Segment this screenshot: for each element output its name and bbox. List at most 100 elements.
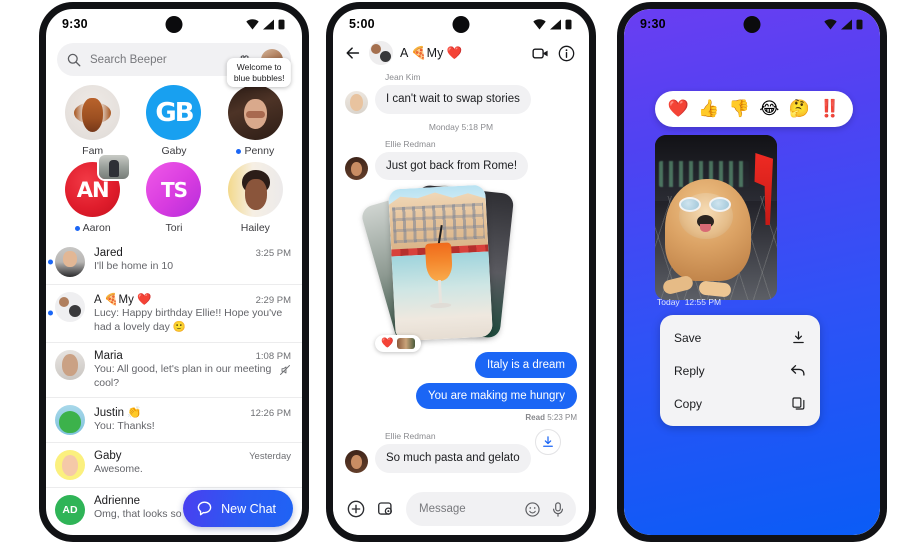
- contact-tile[interactable]: Fam: [52, 85, 133, 157]
- signal-icon: [550, 19, 561, 29]
- message-input-placeholder[interactable]: Message: [419, 503, 515, 515]
- contact-tile[interactable]: Welcome to blue bubbles! Penny: [215, 58, 296, 157]
- list-item[interactable]: Gaby Yesterday Awesome.: [46, 442, 302, 487]
- contact-avatar[interactable]: AN: [65, 155, 130, 217]
- emoji-icon[interactable]: [524, 501, 541, 518]
- search-input-placeholder[interactable]: Search Beeper: [90, 54, 227, 66]
- contact-avatar[interactable]: [227, 162, 283, 217]
- contact-tile-name: Tori: [166, 222, 183, 234]
- contact-tile[interactable]: TS Tori: [133, 162, 214, 234]
- phone1-screen: 9:30 Search Beeper Fam GB Gaby Welcome t…: [46, 9, 302, 535]
- photo-dog-tongue: [700, 224, 711, 232]
- message-reaction-chip[interactable]: ❤️: [375, 335, 422, 353]
- info-icon[interactable]: [557, 44, 576, 63]
- contact-tile-name: Fam: [82, 145, 103, 157]
- contact-tile[interactable]: Hailey: [215, 162, 296, 234]
- add-icon[interactable]: [346, 499, 366, 519]
- phone3-screen: 9:30 ❤️ 👍 👎 😂 🤔 ‼️ Today 12:55 PM Save R…: [624, 9, 880, 535]
- preview-text: You: All good, let's plan in our meeting…: [94, 362, 272, 389]
- signal-icon: [841, 19, 852, 29]
- unread-dot: [74, 225, 80, 231]
- media-timestamp-time: 12:55 PM: [684, 297, 722, 307]
- media-timestamp-day: Today: [657, 297, 680, 307]
- menu-item-reply[interactable]: Reply: [660, 354, 820, 387]
- list-item-header: Justin 👏 12:26 PM: [94, 405, 291, 419]
- contact-tile[interactable]: GB Gaby: [133, 85, 214, 157]
- conversation-time: 3:25 PM: [255, 248, 291, 259]
- list-item[interactable]: Jared 3:25 PM I'll be home in 10: [46, 240, 302, 284]
- reaction-heart-icon[interactable]: ❤️: [668, 100, 689, 118]
- download-icon: [793, 331, 804, 344]
- context-menu: Save Reply Copy: [660, 315, 820, 426]
- gallery-icon[interactable]: [376, 499, 396, 519]
- list-item[interactable]: Maria 1:08 PM You: All good, let's plan …: [46, 341, 302, 398]
- list-item[interactable]: Justin 👏 12:26 PM You: Thanks!: [46, 397, 302, 442]
- message-bubble-outgoing[interactable]: Italy is a dream: [475, 352, 577, 379]
- download-icon: [543, 436, 553, 448]
- read-receipt: Read 5:23 PM: [345, 413, 577, 422]
- onboarding-tooltip: Welcome to blue bubbles!: [227, 58, 292, 88]
- contact-tile[interactable]: AN Aaron: [52, 155, 133, 234]
- contact-name-text: Tori: [165, 222, 183, 234]
- photo-layer-front[interactable]: [388, 185, 493, 342]
- pinned-contacts-grid: Fam GB Gaby Welcome to blue bubbles! Pen…: [46, 58, 302, 238]
- list-item-body: Justin 👏 12:26 PM You: Thanks!: [94, 405, 291, 435]
- contact-avatar-art: [227, 85, 283, 140]
- contact-avatar[interactable]: [227, 85, 283, 140]
- avatar-initials: TS: [160, 177, 188, 202]
- phone-chat-list: 9:30 Search Beeper Fam GB Gaby Welcome t…: [39, 2, 309, 542]
- message-bubble-outgoing[interactable]: You are making me hungry: [415, 383, 577, 410]
- signal-icon: [263, 19, 274, 29]
- battery-icon: [565, 19, 572, 29]
- list-item-header: Maria 1:08 PM: [94, 350, 291, 362]
- status-icons: [533, 18, 572, 30]
- search-icon: [67, 53, 81, 66]
- mute-icon: [280, 364, 290, 375]
- camera-punchhole-icon: [165, 16, 183, 33]
- media-photo[interactable]: [655, 135, 777, 300]
- reaction-emoji: ❤️: [381, 338, 394, 350]
- message-bubble-incoming[interactable]: So much pasta and gelato: [375, 444, 531, 474]
- unread-dot: [48, 310, 53, 316]
- menu-item-label: Save: [674, 330, 702, 345]
- message-input[interactable]: Message: [406, 492, 576, 526]
- list-item-body: Maria 1:08 PM You: All good, let's plan …: [94, 350, 291, 391]
- reaction-thinking-icon[interactable]: 🤔: [789, 100, 810, 118]
- menu-item-save[interactable]: Save: [660, 321, 820, 354]
- message-bubble-incoming[interactable]: Just got back from Rome!: [375, 151, 529, 181]
- reaction-thumbs-down-icon[interactable]: 👎: [729, 100, 750, 118]
- contact-avatar-art: [65, 85, 121, 140]
- reaction-thumbs-up-icon[interactable]: 👍: [698, 100, 719, 118]
- avatar: [55, 349, 85, 380]
- back-arrow-icon[interactable]: [344, 44, 362, 62]
- reaction-picker[interactable]: ❤️ 👍 👎 😂 🤔 ‼️: [655, 91, 853, 127]
- avatar: AD: [55, 495, 85, 526]
- reaction-laugh-icon[interactable]: 😂: [759, 100, 779, 118]
- preview-text: You: Thanks!: [94, 420, 155, 433]
- video-call-icon[interactable]: [531, 44, 550, 63]
- contact-avatar[interactable]: TS: [146, 162, 202, 217]
- battery-icon: [856, 19, 863, 29]
- contact-avatar[interactable]: [65, 85, 121, 140]
- microphone-icon[interactable]: [550, 501, 566, 518]
- contact-badge-thumbnail: [99, 155, 130, 179]
- photo-attachment-stack[interactable]: ❤️: [359, 182, 577, 456]
- reaction-exclamation-icon[interactable]: ‼️: [819, 100, 840, 118]
- conversation-title[interactable]: A 🍕My ❤️: [400, 46, 524, 61]
- new-chat-button[interactable]: New Chat: [183, 490, 293, 527]
- list-item[interactable]: A 🍕My ❤️ 2:29 PM Lucy: Happy birthday El…: [46, 284, 302, 342]
- avatar: [55, 405, 85, 436]
- contact-avatar[interactable]: GB: [146, 85, 202, 140]
- conversation-preview: Lucy: Happy birthday Ellie!! Hope you've…: [94, 307, 291, 335]
- message-row: Just got back from Rome!: [345, 151, 577, 181]
- contact-avatar-art: TS: [146, 162, 202, 217]
- contact-name-text: Gaby: [161, 145, 187, 157]
- message-bubble-incoming[interactable]: I can't wait to swap stories: [375, 85, 531, 114]
- conversation-name: A 🍕My ❤️: [94, 294, 152, 306]
- conversation-avatar[interactable]: [369, 41, 393, 65]
- list-item-header: Jared 3:25 PM: [94, 247, 291, 259]
- copy-icon: [792, 397, 805, 410]
- status-time: 9:30: [62, 17, 88, 31]
- menu-item-copy[interactable]: Copy: [660, 387, 820, 420]
- day-timestamp: Monday 5:18 PM: [428, 121, 494, 132]
